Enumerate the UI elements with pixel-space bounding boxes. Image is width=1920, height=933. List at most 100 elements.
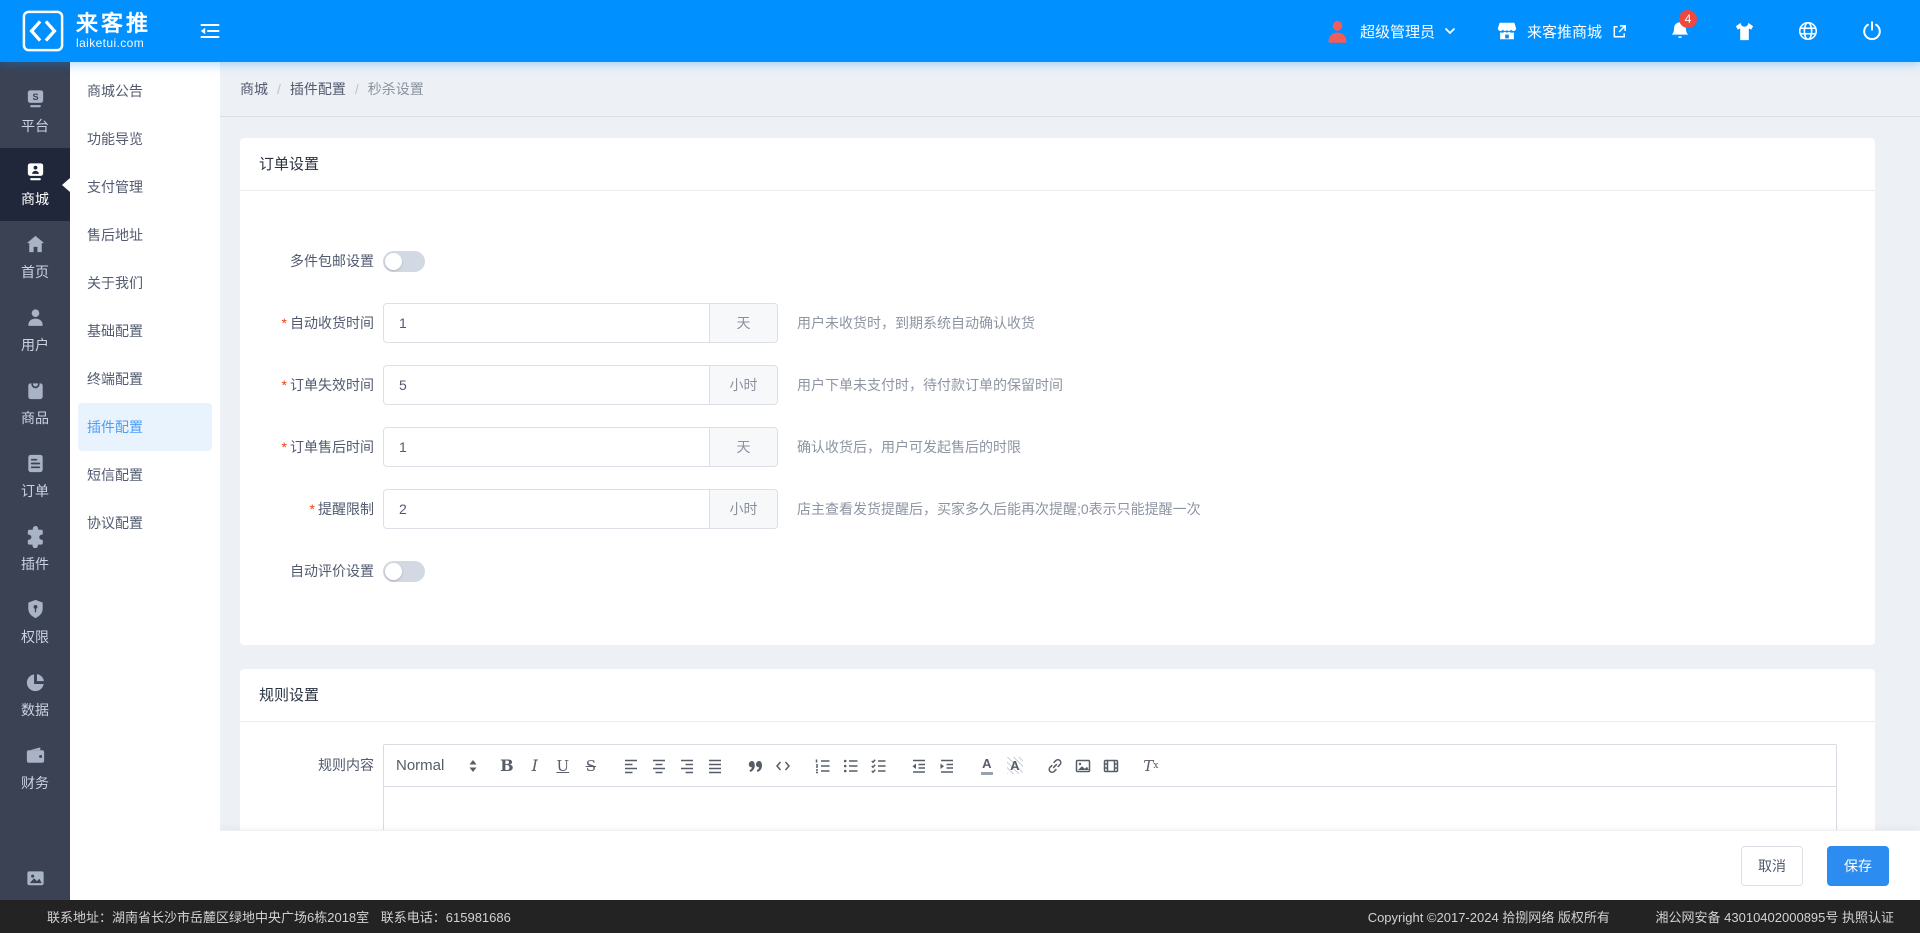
field-label: * 订单失效时间 [281,377,374,393]
active-caret [62,177,70,192]
video-button[interactable] [1098,753,1123,778]
shop-name-label: 来客推商城 [1526,23,1602,41]
form-row-auto-review: 自动评价设置 [240,551,1875,591]
underline-button[interactable]: U [550,753,575,778]
unit-suffix: 小时 [709,490,777,528]
field-hint: 用户未收货时，到期系统自动确认收货 [797,315,1035,331]
field-hint: 确认收货后，用户可发起售后的时限 [797,439,1021,455]
footer-icp-link[interactable]: 湘公网安备 43010402000895号 执照认证 [1656,910,1894,925]
format-picker[interactable]: Normal [396,757,478,774]
required-marker: * [281,439,287,455]
italic-button[interactable]: I [522,753,547,778]
form-action-bar: 取消 保存 [220,830,1920,900]
language-button[interactable] [1796,19,1820,43]
image-button[interactable] [1070,753,1095,778]
secondary-nav-item-active[interactable]: 插件配置 [78,403,212,451]
tshirt-icon [1735,22,1753,40]
multi-free-shipping-toggle[interactable] [383,250,425,272]
remind-limit-input[interactable] [384,490,709,528]
bullet-list-button[interactable] [838,753,863,778]
main-area: 商城 / 插件配置 / 秒杀设置 订单设置 多件包邮设置 * 自动收货时间 1 … [220,62,1920,900]
secondary-nav-item[interactable]: 支付管理 [78,163,212,211]
user-menu[interactable]: 超级管理员 [1324,18,1456,45]
plugin-puzzle-icon [24,525,47,548]
sidebar-item-platform[interactable]: S 平台 [0,75,70,148]
order-settings-card: 订单设置 多件包邮设置 *自动收货时间 天 用户未收货时，到期系统自动确认收货 [240,138,1875,645]
bold-button[interactable]: B [494,753,519,778]
clear-format-button[interactable]: Tx [1138,753,1163,778]
align-justify-button[interactable] [702,753,727,778]
outdent-button[interactable] [906,753,931,778]
secondary-nav-item[interactable]: 短信配置 [78,451,212,499]
form-row-auto-receipt: *自动收货时间 天 用户未收货时，到期系统自动确认收货 [240,303,1875,343]
sidebar-item-permission[interactable]: 权限 [0,586,70,659]
gallery-icon [24,867,47,890]
form-row-multi-free-shipping: 多件包邮设置 [240,241,1875,281]
secondary-nav-item[interactable]: 功能导览 [78,115,212,163]
field-label: * 自动收货时间 [281,315,374,331]
order-expire-time-input[interactable] [384,366,709,404]
logout-button[interactable] [1860,19,1884,43]
tshirt-button[interactable] [1732,19,1756,43]
form-row-remind-limit: *提醒限制 小时 店主查看发货提醒后，买家多久后能再次提醒;0表示只能提醒一次 [240,489,1875,529]
background-color-button[interactable]: A [1002,753,1027,778]
auto-receipt-time-input[interactable] [384,304,709,342]
sidebar-item-finance[interactable]: 财务 [0,732,70,805]
field-label: * 提醒限制 [309,501,374,517]
check-list-button[interactable] [866,753,891,778]
field-label: 多件包邮设置 [290,253,374,269]
data-pie-icon [24,671,47,694]
text-color-button[interactable]: A [974,753,999,778]
breadcrumb-item[interactable]: 商城 [240,79,268,99]
power-icon [1863,21,1881,41]
unit-suffix: 小时 [709,366,777,404]
finance-wallet-icon [24,744,47,767]
save-button[interactable]: 保存 [1827,845,1889,886]
cancel-button[interactable]: 取消 [1741,845,1803,886]
platform-s-icon: S [24,87,47,110]
page-footer: 联系地址：湖南省长沙市岳麓区绿地中央广场6栋2018室 联系电话：6159816… [0,900,1920,933]
sidebar-item-goods[interactable]: 商品 [0,367,70,440]
sidebar-collapse-button[interactable] [198,21,222,41]
strikethrough-button[interactable]: S [578,753,603,778]
secondary-nav-item[interactable]: 基础配置 [78,307,212,355]
align-right-button[interactable] [674,753,699,778]
sidebar-item-user[interactable]: 用户 [0,294,70,367]
breadcrumb-current: 秒杀设置 [367,81,424,97]
ordered-list-button[interactable] [810,753,835,778]
app-root: 来客推 laiketui.com 超级管理员 来客推商城 4 S 平台 商城 首… [0,0,1920,933]
align-center-button[interactable] [646,753,671,778]
secondary-nav-item[interactable]: 售后地址 [78,211,212,259]
user-role-label: 超级管理员 [1359,23,1435,41]
required-marker: * [281,377,287,393]
secondary-nav-item[interactable]: 关于我们 [78,259,212,307]
sidebar-item-mall[interactable]: 商城 [0,148,70,221]
card-title: 规则设置 [240,669,1875,722]
sidebar-item-data[interactable]: 数据 [0,659,70,732]
unit-suffix: 天 [709,304,777,342]
form-row-order-expire: *订单失效时间 小时 用户下单未支付时，待付款订单的保留时间 [240,365,1875,405]
user-icon [24,306,47,329]
after-sale-time-input[interactable] [384,428,709,466]
breadcrumb-separator: / [354,81,359,97]
breadcrumb-item[interactable]: 插件配置 [290,79,346,99]
sidebar-item-order[interactable]: 订单 [0,440,70,513]
notifications-button[interactable]: 4 [1668,10,1697,43]
link-button[interactable] [1042,753,1067,778]
app-logo[interactable]: 来客推 laiketui.com [0,10,178,52]
required-marker: * [309,501,315,517]
auto-review-toggle[interactable] [383,560,425,582]
align-left-button[interactable] [618,753,643,778]
sidebar-item-home[interactable]: 首页 [0,221,70,294]
sidebar-item-plugin[interactable]: 插件 [0,513,70,586]
secondary-nav-item[interactable]: 终端配置 [78,355,212,403]
indent-button[interactable] [934,753,959,778]
field-label: * 订单售后时间 [281,439,374,455]
shop-link[interactable]: 来客推商城 [1496,20,1628,42]
blockquote-button[interactable] [742,753,767,778]
secondary-nav-item[interactable]: 商城公告 [78,67,212,115]
code-button[interactable] [770,753,795,778]
card-title: 订单设置 [240,138,1875,191]
secondary-nav-item[interactable]: 协议配置 [78,499,212,547]
sidebar-item-gallery[interactable] [0,845,70,900]
